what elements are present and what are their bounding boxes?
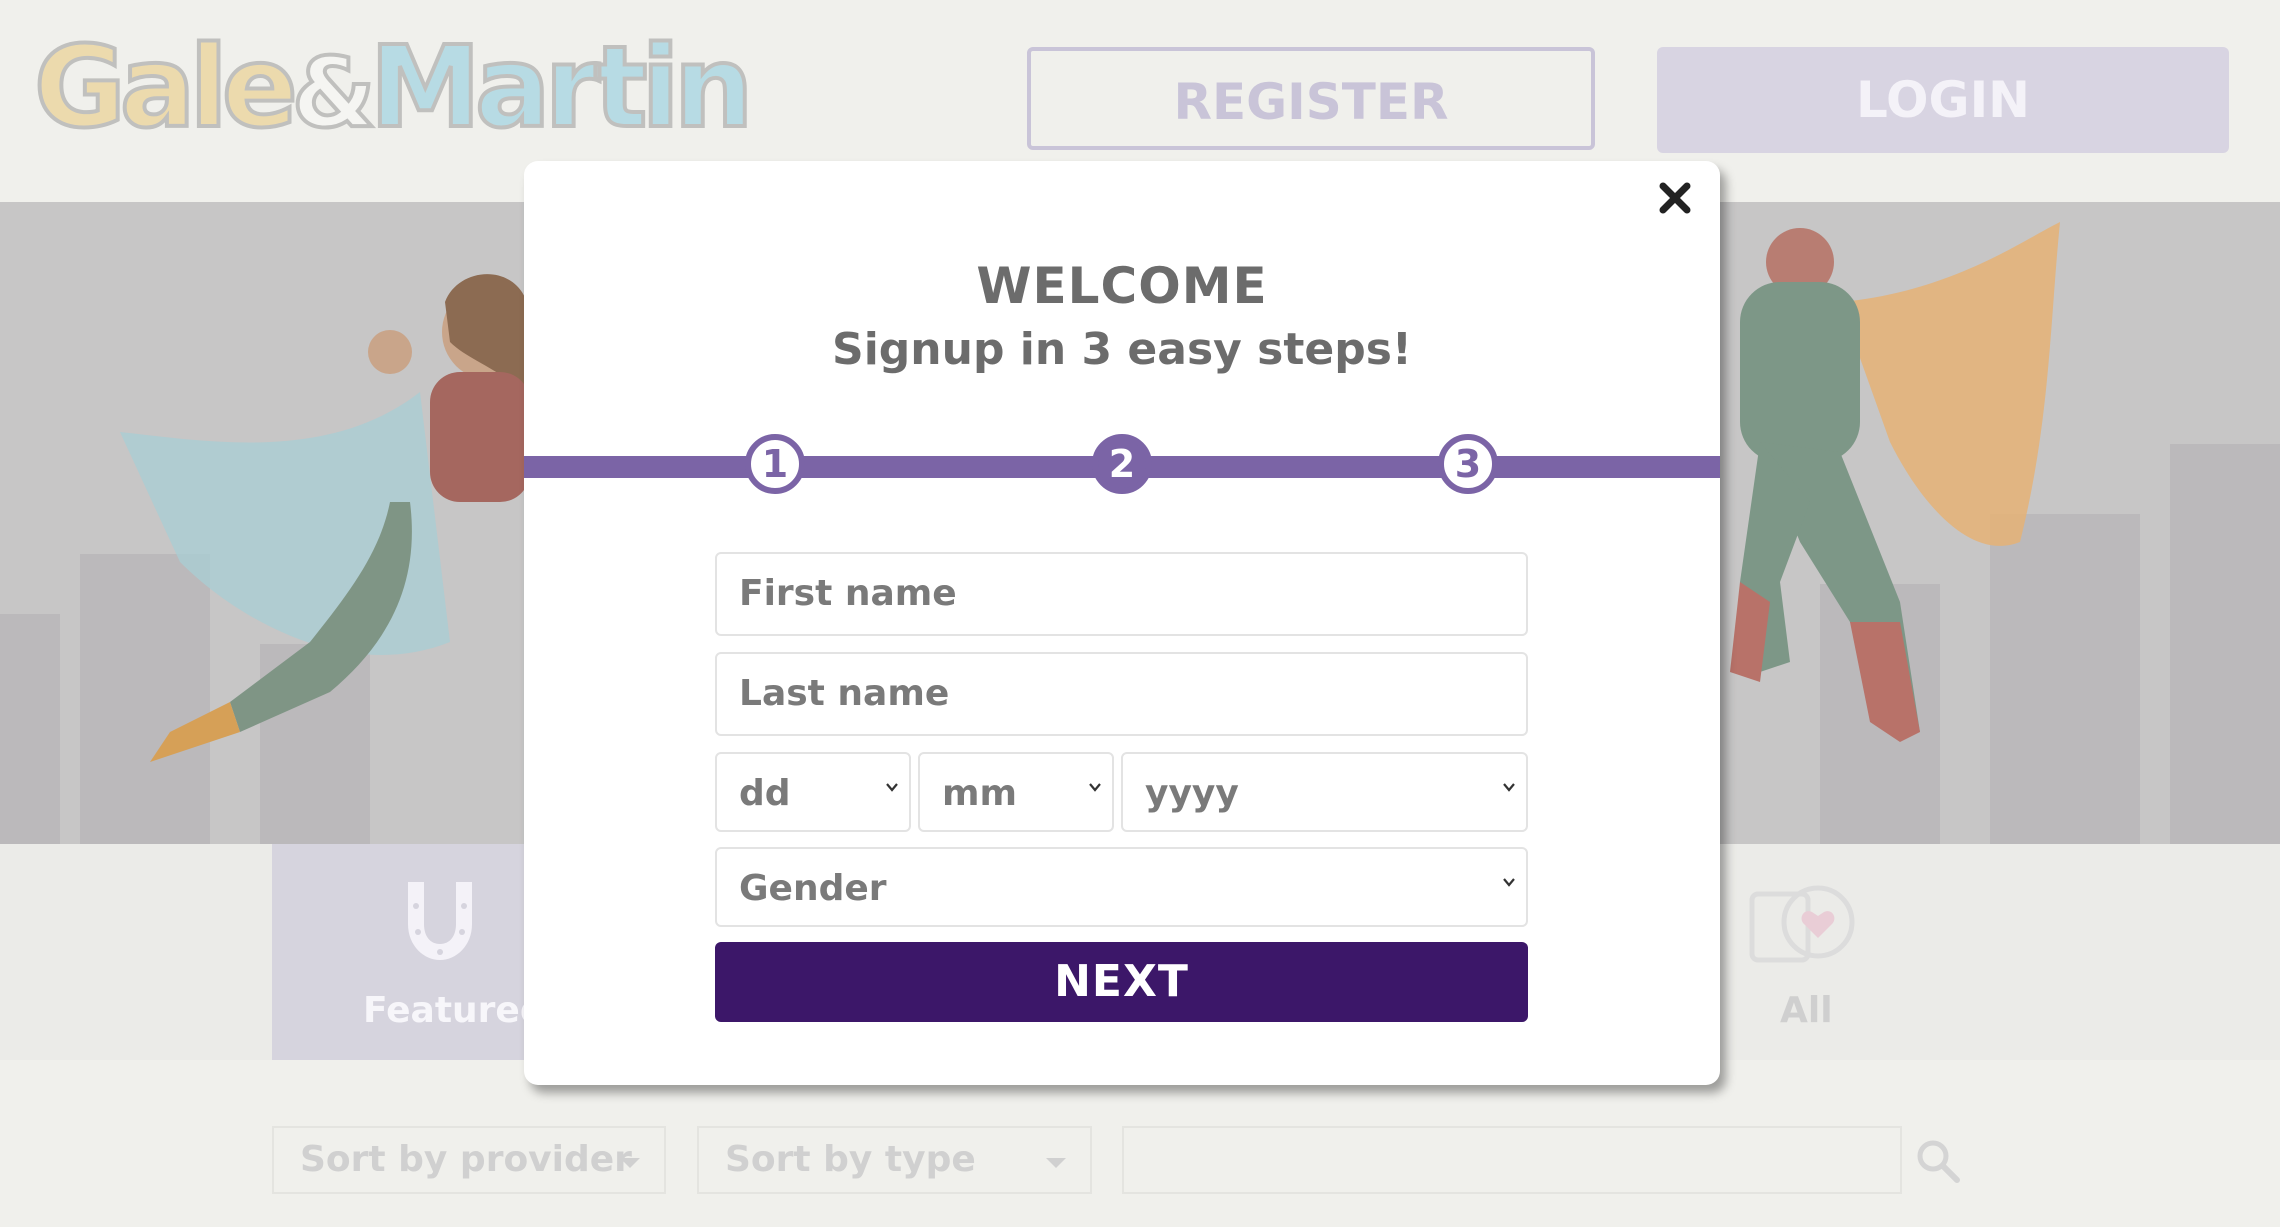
last-name-placeholder: Last name xyxy=(739,673,950,714)
caret-down-icon xyxy=(620,1158,640,1168)
register-button[interactable]: REGISTER xyxy=(1027,47,1595,150)
birth-year-select[interactable]: yyyy xyxy=(1121,752,1528,832)
step-1-indicator: 1 xyxy=(745,434,805,494)
close-icon[interactable] xyxy=(1655,178,1695,218)
login-button[interactable]: LOGIN xyxy=(1657,47,2229,153)
birth-month-placeholder: mm xyxy=(942,773,1018,814)
logo[interactable]: Gale&Martin xyxy=(32,18,756,158)
step-2-indicator: 2 xyxy=(1092,434,1152,494)
birth-day-select[interactable]: dd xyxy=(715,752,911,832)
logo-ampersand: & xyxy=(290,35,378,151)
sort-by-provider-dropdown[interactable]: Sort by provider xyxy=(272,1126,666,1194)
modal-subtitle: Signup in 3 easy steps! xyxy=(832,324,1412,375)
birth-day-placeholder: dd xyxy=(739,773,791,814)
chevron-down-icon xyxy=(1503,783,1515,792)
caret-down-icon xyxy=(1046,1158,1066,1168)
gender-placeholder: Gender xyxy=(739,868,887,909)
gender-select[interactable]: Gender xyxy=(715,847,1528,927)
hero-woman-illustration xyxy=(120,274,530,762)
search-icon[interactable] xyxy=(1915,1138,1961,1184)
first-name-placeholder: First name xyxy=(739,573,957,614)
step-3-indicator: 3 xyxy=(1438,434,1498,494)
chevron-down-icon xyxy=(1503,878,1515,887)
game-search-input[interactable] xyxy=(1122,1126,1902,1194)
last-name-input[interactable]: Last name xyxy=(715,652,1528,736)
sort-by-type-label: Sort by type xyxy=(725,1139,976,1180)
sort-by-type-dropdown[interactable]: Sort by type xyxy=(697,1126,1092,1194)
hero-man-illustration xyxy=(1730,222,2060,742)
category-all-label: All xyxy=(1780,990,1833,1031)
chevron-down-icon xyxy=(1089,783,1101,792)
category-all-icon xyxy=(1749,885,1855,963)
birth-year-placeholder: yyyy xyxy=(1145,773,1239,814)
next-button[interactable]: NEXT xyxy=(715,942,1528,1022)
modal-title: WELCOME xyxy=(976,257,1268,315)
logo-word-gale: Gale xyxy=(32,21,300,155)
logo-word-martin: Martin xyxy=(368,21,756,155)
first-name-input[interactable]: First name xyxy=(715,552,1528,636)
chevron-down-icon xyxy=(886,783,898,792)
sort-by-provider-label: Sort by provider xyxy=(300,1139,632,1180)
birth-month-select[interactable]: mm xyxy=(918,752,1114,832)
category-featured-label: Featured xyxy=(363,990,546,1031)
horseshoe-icon xyxy=(408,882,472,960)
